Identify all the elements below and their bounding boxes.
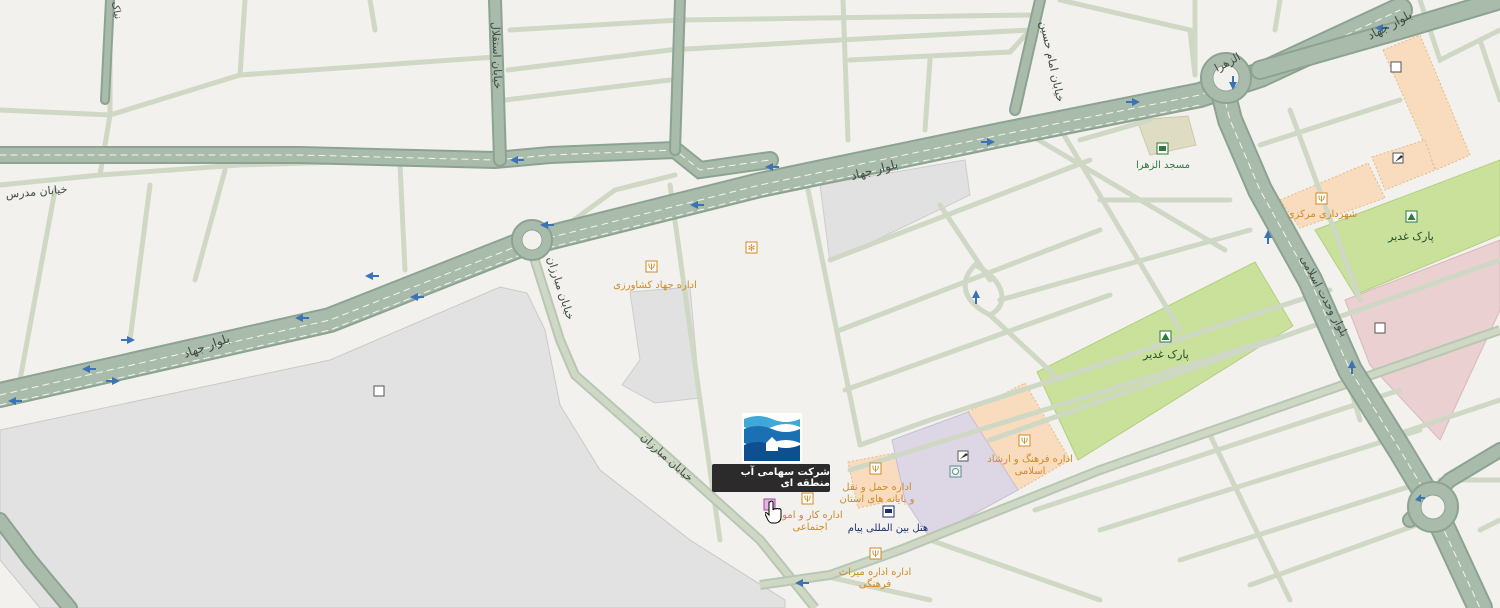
svg-text:✻: ✻ xyxy=(748,244,756,254)
institutional-area-small xyxy=(1371,139,1436,191)
road-label-imam-hossein: خیابان امام حسین xyxy=(1037,20,1067,103)
ghadir-park-main xyxy=(1036,261,1294,461)
cursor-hand-icon xyxy=(765,500,783,524)
svg-text:Ψ: Ψ xyxy=(804,495,811,505)
poi-label-culture-2: اسلامی xyxy=(1015,466,1046,477)
svg-text:Ψ: Ψ xyxy=(1318,195,1325,205)
poi-label-transport-2: و پایانه های استان xyxy=(840,494,915,505)
poi-label-heritage-2: فرهنگی xyxy=(859,578,892,590)
road-label-esteghlal: خیابان استقلال xyxy=(489,22,504,90)
road-label-mobarezan-lower: خیابان مبارزان xyxy=(638,431,696,485)
map-tooltip: شرکت سهامی آب منطقه ای xyxy=(712,464,830,492)
poi-label-hotel: هتل بین المللی پیام xyxy=(848,523,928,534)
poi-label-ghadir-park-main: پارک غدیر xyxy=(1142,348,1189,361)
poi-label-jahad-keshavarzi: اداره جهاد کشاورزی xyxy=(613,280,697,291)
poi-label-culture-1: اداره فرهنگ و ارشاد xyxy=(987,453,1072,465)
map-canvas[interactable]: بلوار جهاد بلوار جهاد بلوار جهاد خیابان … xyxy=(0,0,1500,608)
water-company-logo[interactable] xyxy=(742,413,802,463)
hotel-bed-icon xyxy=(882,505,895,518)
poi-label-mosque: مسجد الزهرا xyxy=(1136,160,1190,171)
map-base[interactable]: بلوار جهاد بلوار جهاد بلوار جهاد خیابان … xyxy=(0,0,1500,608)
poi-label-municipality: شهرداری مرکزی xyxy=(1287,209,1358,220)
svg-text:Ψ: Ψ xyxy=(1021,437,1028,447)
mosque-icon xyxy=(1156,142,1169,155)
poi-label-labor-2: اجتماعی xyxy=(792,522,827,533)
poi-label-heritage-1: اداره اداره میراث xyxy=(839,567,912,578)
svg-text:Ψ: Ψ xyxy=(648,263,655,273)
poi-label-labor-1: اداره کار و امور xyxy=(776,510,842,521)
svg-text:Ψ: Ψ xyxy=(872,550,879,560)
tooltip-text: شرکت سهامی آب منطقه ای xyxy=(740,467,830,489)
poi-label-transport-1: اداره حمل و نقل xyxy=(842,482,911,493)
water-logo-graphic xyxy=(744,415,800,461)
svg-text:Ψ: Ψ xyxy=(872,465,879,475)
poi-label-ghadir-park-east: پارک غدیر xyxy=(1387,230,1434,243)
